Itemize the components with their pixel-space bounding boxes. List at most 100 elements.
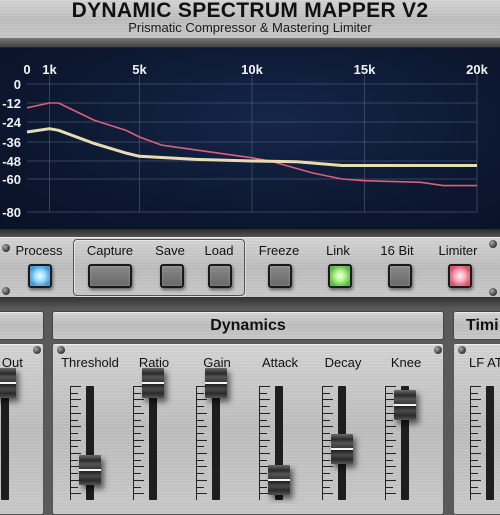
scale-tick xyxy=(134,493,144,495)
controls-divider xyxy=(0,297,500,309)
scale-tick xyxy=(197,479,207,481)
scale-tick xyxy=(197,446,204,448)
scale-tick xyxy=(134,453,144,454)
scale-tick xyxy=(134,459,141,461)
capture-button[interactable] xyxy=(88,264,132,288)
scale-tick xyxy=(134,406,141,408)
link-button[interactable] xyxy=(328,264,352,288)
spectrum-display: 0 -12 -24 -36 -48 -60 -80 0 1k 5k 10k 15k 20k xyxy=(0,47,500,232)
scale-tick xyxy=(323,493,333,495)
scale-tick xyxy=(134,426,144,428)
x-tick-label: 15k xyxy=(354,62,376,77)
scale-tick xyxy=(71,392,78,394)
scale-tick xyxy=(260,412,270,414)
scale-tick xyxy=(323,432,330,434)
fader-handle-decay[interactable] xyxy=(331,434,353,465)
spectrum-chart: 0 -12 -24 -36 -48 -60 -80 0 1k 5k 10k 15k 20k xyxy=(2,62,488,220)
scale-tick xyxy=(471,392,478,394)
load-button[interactable] xyxy=(208,264,232,288)
screw-icon xyxy=(57,346,65,354)
screw-icon xyxy=(33,346,41,354)
fader-track-lf-attack[interactable] xyxy=(486,386,494,500)
scale-tick xyxy=(386,453,396,454)
scale-tick xyxy=(260,446,267,448)
scale-tick xyxy=(197,453,207,454)
freeze-button[interactable] xyxy=(268,264,292,288)
scale-tick xyxy=(197,406,204,408)
y-tick-label: -24 xyxy=(2,115,22,130)
scale-tick xyxy=(134,446,141,448)
scale-tick xyxy=(471,412,481,414)
fader-handle-attack[interactable] xyxy=(268,464,290,495)
plugin-header: DYNAMIC SPECTRUM MAPPER V2 Prismatic Com… xyxy=(0,0,500,40)
x-tick-label: 5k xyxy=(132,62,147,77)
fader-handle-out[interactable] xyxy=(0,368,16,398)
fader-scale xyxy=(470,386,481,500)
scale-tick xyxy=(471,493,481,495)
y-tick-label: -60 xyxy=(2,172,21,187)
scale-tick xyxy=(386,392,393,394)
scale-tick xyxy=(386,432,393,434)
limiter-button[interactable] xyxy=(448,264,472,288)
fader-scale xyxy=(133,386,144,500)
scale-tick xyxy=(471,453,481,454)
scale-tick xyxy=(471,473,478,475)
display-divider xyxy=(0,229,500,237)
scale-tick xyxy=(134,432,141,434)
scale-tick xyxy=(197,493,207,495)
scale-tick xyxy=(323,479,333,481)
scale-tick xyxy=(71,426,81,428)
scale-tick xyxy=(386,419,393,421)
scale-tick xyxy=(71,486,78,488)
scale-tick xyxy=(71,406,78,408)
scale-tick xyxy=(197,486,204,488)
scale-tick xyxy=(134,486,141,488)
scale-tick xyxy=(197,466,207,468)
scale-tick xyxy=(386,446,393,448)
scale-tick xyxy=(323,426,333,428)
limiter-label: Limiter xyxy=(438,243,478,258)
scale-tick xyxy=(260,426,270,428)
scale-tick xyxy=(386,459,393,461)
scale-tick xyxy=(471,406,478,408)
fader-track-ratio[interactable] xyxy=(149,386,157,500)
scale-tick xyxy=(260,439,270,441)
scale-tick xyxy=(197,399,207,401)
y-tick-label: -80 xyxy=(2,205,21,220)
scale-tick xyxy=(260,486,267,488)
scale-tick xyxy=(71,419,78,421)
fader-handle-gain[interactable] xyxy=(205,368,227,398)
scale-tick xyxy=(471,459,478,461)
x-tick-label: 20k xyxy=(466,62,488,77)
save-button[interactable] xyxy=(160,264,184,288)
fader-label-attack: Attack xyxy=(261,355,299,370)
screw-icon xyxy=(489,288,497,296)
scale-tick xyxy=(471,426,481,428)
scale-tick xyxy=(134,392,141,394)
fader-handle-knee[interactable] xyxy=(394,390,416,421)
fader-handle-threshold[interactable] xyxy=(79,454,101,485)
scale-tick xyxy=(471,432,478,434)
scale-tick xyxy=(323,466,333,468)
scale-tick xyxy=(471,399,481,401)
fader-label-decay: Decay xyxy=(324,355,362,370)
scale-tick xyxy=(71,399,81,401)
fader-handle-ratio[interactable] xyxy=(142,368,164,398)
scale-tick xyxy=(197,426,207,428)
y-tick-label: -12 xyxy=(2,96,21,111)
fader-label-lf-attack: LF AT xyxy=(469,355,500,370)
screw-icon xyxy=(2,287,10,295)
scale-tick xyxy=(134,466,144,468)
scale-tick xyxy=(386,426,396,428)
16bit-button[interactable] xyxy=(388,264,412,288)
process-button[interactable] xyxy=(28,264,52,288)
fader-track-gain[interactable] xyxy=(212,386,220,500)
y-tick-label: 0 xyxy=(14,77,21,92)
scale-tick xyxy=(323,392,330,394)
scale-tick xyxy=(260,419,267,421)
plugin-title: DYNAMIC SPECTRUM MAPPER V2 xyxy=(71,0,429,22)
scale-tick xyxy=(71,453,81,454)
scale-tick xyxy=(471,439,481,441)
scale-tick xyxy=(323,473,330,475)
scale-tick xyxy=(471,419,478,421)
